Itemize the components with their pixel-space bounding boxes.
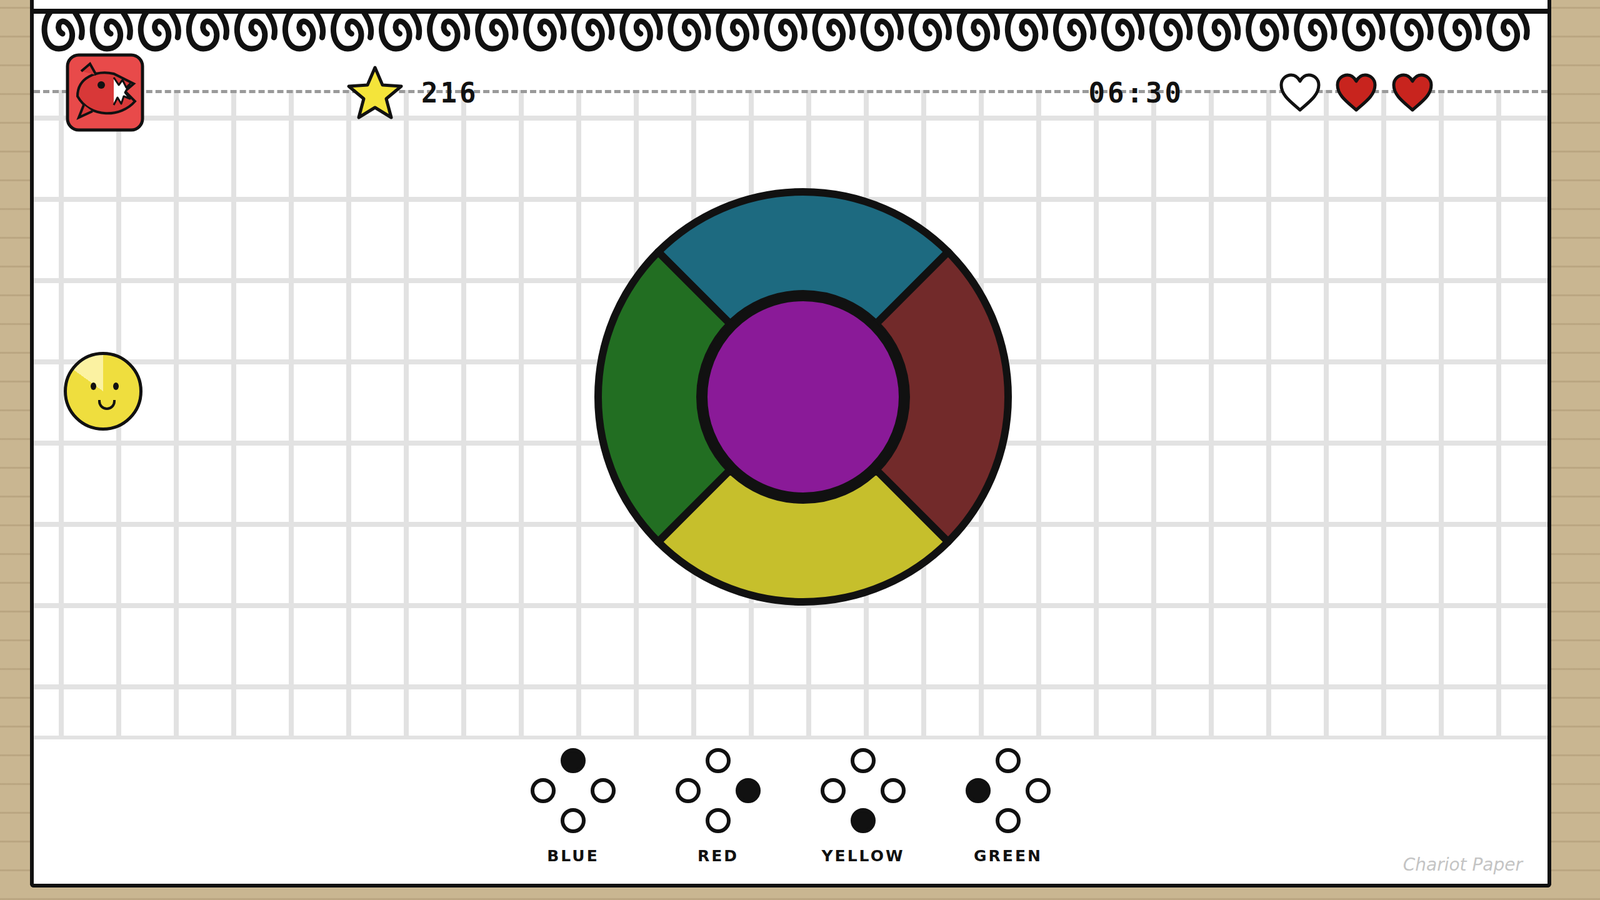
control-label: GREEN (973, 846, 1043, 865)
timer: 06:30 (1088, 76, 1184, 109)
hud: 216 06:30 (33, 51, 1548, 134)
direction-dot (560, 748, 586, 774)
lives (1277, 71, 1435, 114)
notebook-page: 21606:30BLUEREDYELLOWGREENChariot Paper (30, 0, 1552, 888)
direction-dot (590, 778, 616, 804)
direction-dot (705, 748, 731, 774)
star-icon (345, 63, 405, 122)
score: 216 (345, 63, 479, 122)
direction-dot (1025, 778, 1051, 804)
heart-icon (1277, 71, 1323, 114)
watermark: Chariot Paper (1403, 854, 1523, 875)
direction-pad (673, 745, 764, 836)
eye (113, 382, 119, 390)
direction-dot (560, 808, 586, 834)
direction-dot (995, 808, 1021, 834)
controls: BLUE RED YELLOW GREEN (33, 739, 1548, 884)
desk: 21606:30BLUEREDYELLOWGREENChariot Paper (0, 0, 1600, 900)
direction-dot (735, 778, 761, 804)
control-label: BLUE (546, 846, 599, 865)
direction-dot (820, 778, 846, 804)
fish-avatar-icon (65, 52, 145, 133)
direction-pad (528, 745, 619, 836)
control-label: RED (697, 846, 739, 865)
direction-dot (995, 748, 1021, 774)
control-key[interactable]: GREEN (950, 745, 1066, 865)
direction-pad (818, 745, 909, 836)
control-key[interactable]: BLUE (515, 745, 631, 865)
direction-dot (675, 778, 701, 804)
playfield (33, 133, 1548, 736)
score-value: 216 (421, 76, 479, 109)
control-key[interactable]: RED (660, 745, 776, 865)
control-key[interactable]: YELLOW (805, 745, 921, 865)
color-wheel (584, 178, 1022, 616)
game-board: 21606:30 (33, 90, 1548, 740)
mouth (98, 400, 116, 410)
spiral-binding-icon (33, 0, 1548, 75)
direction-dot (850, 748, 876, 774)
heart-icon (1390, 71, 1435, 114)
direction-dot (965, 778, 991, 804)
direction-dot (705, 808, 731, 834)
control-label: YELLOW (821, 846, 905, 865)
direction-dot (850, 808, 876, 834)
direction-dot (530, 778, 556, 804)
direction-pad (963, 745, 1054, 836)
eye (90, 382, 97, 390)
player-ball[interactable] (63, 351, 143, 431)
heart-icon (1333, 71, 1379, 114)
wheel-center (703, 296, 904, 497)
direction-dot (880, 778, 906, 804)
